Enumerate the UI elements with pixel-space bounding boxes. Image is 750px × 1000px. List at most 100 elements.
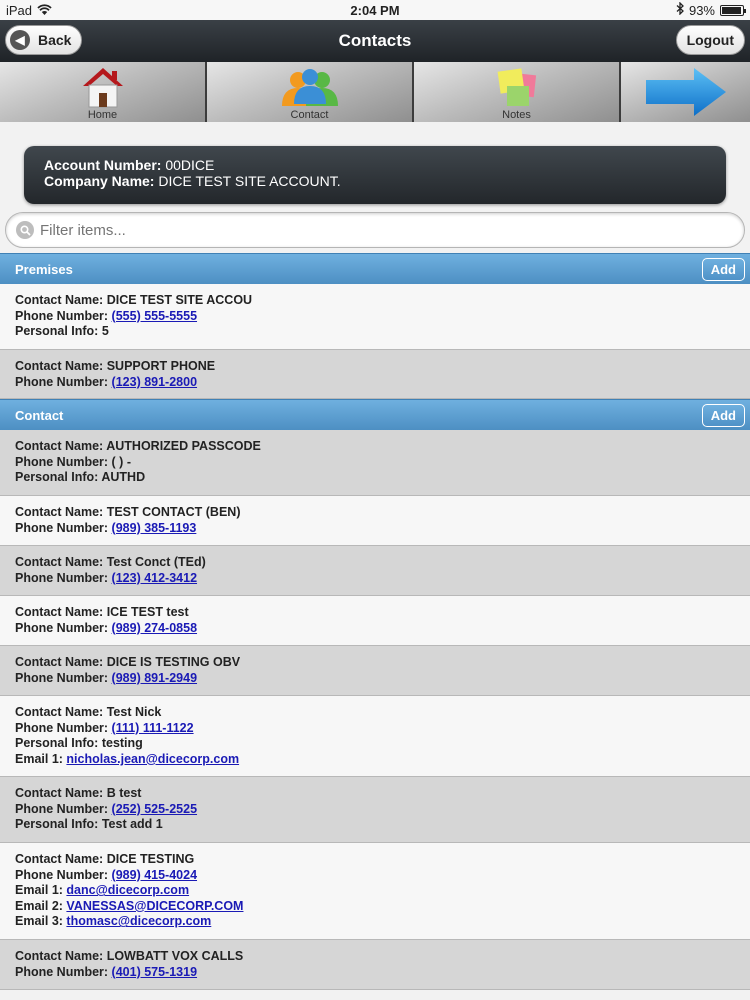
company-name-label: Company Name: bbox=[44, 173, 155, 189]
list-item[interactable]: Contact Name: DICE IS TESTING OBV Phone … bbox=[0, 646, 750, 696]
phone-label: Phone Number: bbox=[15, 570, 109, 585]
phone-label: Phone Number: bbox=[15, 670, 109, 685]
contact-name-label: Contact Name: bbox=[15, 555, 104, 569]
phone-link[interactable]: (989) 274-0858 bbox=[112, 621, 197, 635]
personal-info-label: Personal Info: bbox=[15, 324, 99, 339]
phone-label: Phone Number: bbox=[15, 520, 109, 535]
filter-input[interactable] bbox=[40, 221, 734, 239]
list-item[interactable]: Contact Name: DICE TEST SITE ACCOU Phone… bbox=[0, 284, 750, 350]
status-bar: iPad 2:04 PM 93% bbox=[0, 0, 750, 20]
contact-name-label: Contact Name: bbox=[15, 293, 104, 307]
phone-link[interactable]: (989) 385-1193 bbox=[112, 521, 197, 535]
contact-name: B test bbox=[106, 786, 142, 800]
contact-name-label: Contact Name: bbox=[15, 949, 104, 963]
list-item[interactable]: Contact Name: Test Conct (TEd) Phone Num… bbox=[0, 546, 750, 596]
nav-notes-label: Notes bbox=[502, 109, 531, 121]
contact-name: TEST CONTACT (BEN) bbox=[106, 505, 241, 519]
phone-link[interactable]: (111) 111-1122 bbox=[112, 721, 194, 735]
contact-name-label: Contact Name: bbox=[15, 786, 104, 800]
personal-info: 5 bbox=[101, 324, 109, 339]
email-link[interactable]: thomasc@dicecorp.com bbox=[66, 914, 211, 928]
nav-notes[interactable]: Notes bbox=[414, 62, 621, 122]
search-icon bbox=[16, 221, 34, 239]
personal-info: testing bbox=[101, 736, 143, 751]
list-item[interactable]: Contact Name: SUPPORT PHONE Phone Number… bbox=[0, 350, 750, 399]
back-arrow-icon: ◀ bbox=[10, 30, 30, 50]
phone-link[interactable]: (123) 412-3412 bbox=[112, 571, 197, 585]
phone-label: Phone Number: bbox=[15, 308, 109, 323]
filter-box[interactable] bbox=[5, 212, 745, 248]
contact-title: Contact bbox=[15, 407, 64, 423]
list-item[interactable]: Contact Name: DICE TESTING Phone Number:… bbox=[0, 843, 750, 940]
account-section: Account Number: 00DICE Company Name: DIC… bbox=[0, 122, 750, 204]
phone-label: Phone Number: bbox=[15, 374, 109, 389]
list-item[interactable]: Contact Name: TEST CONTACT (BEN) Phone N… bbox=[0, 496, 750, 546]
phone-link[interactable]: (123) 891-2800 bbox=[112, 375, 197, 389]
email-link[interactable]: danc@dicecorp.com bbox=[66, 883, 189, 897]
account-info-box: Account Number: 00DICE Company Name: DIC… bbox=[24, 146, 726, 204]
email-link[interactable]: nicholas.jean@dicecorp.com bbox=[66, 752, 239, 766]
nav-home[interactable]: Home bbox=[0, 62, 207, 122]
email-label: Email 3: bbox=[15, 914, 63, 929]
contact-name: LOWBATT VOX CALLS bbox=[106, 949, 244, 963]
battery-icon bbox=[720, 4, 746, 16]
contact-name-label: Contact Name: bbox=[15, 852, 104, 866]
back-button[interactable]: ◀ Back bbox=[5, 25, 83, 55]
phone-label: Phone Number: bbox=[15, 964, 109, 979]
personal-info: Test add 1 bbox=[101, 817, 163, 832]
contact-name: DICE TEST SITE ACCOU bbox=[106, 293, 253, 307]
contact-name-label: Contact Name: bbox=[15, 605, 104, 619]
phone-label: Phone Number: bbox=[15, 620, 109, 635]
phone-label: Phone Number: bbox=[15, 801, 109, 816]
personal-info: AUTHD bbox=[101, 470, 146, 485]
header-bar: ◀ Back Contacts Logout bbox=[0, 20, 750, 62]
contact-name-label: Contact Name: bbox=[15, 505, 104, 519]
phone-link[interactable]: (252) 525-2525 bbox=[112, 802, 197, 816]
phone-link[interactable]: (989) 891-2949 bbox=[112, 671, 197, 685]
email-label: Email 1: bbox=[15, 883, 63, 898]
contact-name-label: Contact Name: bbox=[15, 359, 104, 373]
back-button-label: Back bbox=[38, 32, 72, 48]
logout-button[interactable]: Logout bbox=[675, 25, 745, 55]
account-number-label: Account Number: bbox=[44, 157, 162, 173]
list-item[interactable]: Contact Name: ICE TEST test Phone Number… bbox=[0, 596, 750, 646]
contact-name-label: Contact Name: bbox=[15, 705, 104, 719]
contact-name-label: Contact Name: bbox=[15, 439, 104, 453]
filter-section bbox=[0, 204, 750, 253]
phone-link[interactable]: (555) 555-5555 bbox=[112, 309, 197, 323]
nav-contact[interactable]: Contact bbox=[207, 62, 414, 122]
list-item[interactable]: Contact Name: Test Nick Phone Number: (1… bbox=[0, 696, 750, 777]
premises-add-button[interactable]: Add bbox=[701, 257, 745, 281]
contact-name: SUPPORT PHONE bbox=[106, 359, 216, 373]
list-item[interactable]: Contact Name: LOWBATT VOX CALLS Phone Nu… bbox=[0, 940, 750, 990]
status-time: 2:04 PM bbox=[350, 2, 400, 18]
email-label: Email 1: bbox=[15, 751, 63, 766]
phone-link[interactable]: (989) 415-4024 bbox=[112, 868, 197, 882]
personal-info-label: Personal Info: bbox=[15, 736, 99, 751]
company-name-value: DICE TEST SITE ACCOUNT. bbox=[158, 173, 341, 189]
premises-section-header: Premises Add bbox=[0, 253, 750, 284]
phone-label: Phone Number: bbox=[15, 867, 109, 882]
contact-add-button[interactable]: Add bbox=[701, 403, 745, 427]
right-arrow-icon bbox=[645, 67, 726, 116]
notes-icon bbox=[497, 68, 536, 106]
list-item[interactable]: Contact Name: B test Phone Number: (252)… bbox=[0, 777, 750, 843]
phone-link[interactable]: (401) 575-1319 bbox=[112, 965, 197, 979]
contact-name: AUTHORIZED PASSCODE bbox=[106, 439, 261, 453]
phone-label: Phone Number: bbox=[15, 720, 109, 735]
personal-info-label: Personal Info: bbox=[15, 817, 99, 832]
page-title: Contacts bbox=[338, 31, 412, 50]
list-item[interactable]: Contact Name: AUTHORIZED PASSCODE Phone … bbox=[0, 430, 750, 496]
nav-home-label: Home bbox=[87, 109, 118, 121]
email-link[interactable]: VANESSAS@DICECORP.COM bbox=[66, 899, 243, 913]
nav-next[interactable] bbox=[621, 62, 750, 122]
contact-name: Test Nick bbox=[106, 705, 162, 719]
nav-contact-label: Contact bbox=[290, 109, 329, 121]
phone-text: ( ) - bbox=[111, 454, 131, 469]
premises-title: Premises bbox=[15, 261, 73, 277]
contact-name: DICE IS TESTING OBV bbox=[106, 655, 241, 669]
contact-icon bbox=[281, 69, 338, 106]
personal-info-label: Personal Info: bbox=[15, 470, 99, 485]
contact-name: DICE TESTING bbox=[106, 852, 195, 866]
contact-name: Test Conct (TEd) bbox=[106, 555, 206, 569]
